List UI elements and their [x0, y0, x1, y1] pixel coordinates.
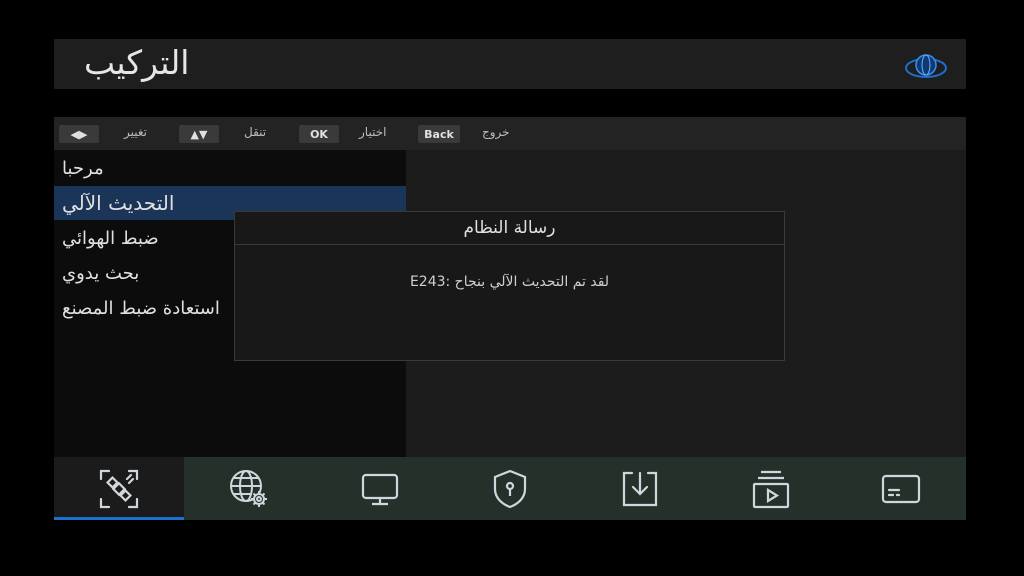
tv-icon: [361, 473, 398, 505]
page-title: التركيب: [84, 43, 190, 82]
left-right-key-icon: ◀▶: [59, 125, 99, 143]
hint-navigate-label: تنقل: [244, 125, 267, 139]
hint-exit-label: خروج: [482, 125, 510, 139]
tab-installation[interactable]: [54, 457, 185, 520]
tab-download[interactable]: [575, 457, 705, 520]
tab-network[interactable]: [184, 457, 314, 520]
key-hint-bar: ◀▶ تغيير ▲▼ تنقل OK اختيار Back خروج: [54, 117, 966, 150]
menu-item-welcome[interactable]: مرحبا: [54, 151, 406, 185]
network-settings-icon: [230, 469, 268, 507]
dialog-message: E243: لقد تم التحديث الآلي بنجاح: [409, 274, 610, 290]
subtitle-card-icon: [881, 474, 920, 503]
back-key-icon: Back: [418, 125, 460, 143]
hint-change-label: تغيير: [124, 125, 147, 139]
globe-logo-icon: [904, 51, 948, 79]
download-icon: [623, 471, 658, 506]
header-bar: التركيب: [54, 39, 966, 89]
security-shield-icon: [493, 469, 527, 508]
bottom-tab-bar: [54, 457, 966, 520]
dialog-title: رسالة النظام: [235, 212, 784, 245]
media-playlist-icon: [752, 470, 789, 508]
tab-media[interactable]: [705, 457, 835, 520]
hint-select-label: اختيار: [359, 125, 387, 139]
tab-subtitles[interactable]: [836, 457, 966, 520]
up-down-key-icon: ▲▼: [179, 125, 219, 143]
system-message-dialog: رسالة النظام E243: لقد تم التحديث الآلي …: [234, 211, 785, 361]
tab-tv[interactable]: [315, 457, 445, 520]
ok-key-icon: OK: [299, 125, 339, 143]
satellite-icon: [100, 469, 139, 508]
tab-security[interactable]: [445, 457, 575, 520]
